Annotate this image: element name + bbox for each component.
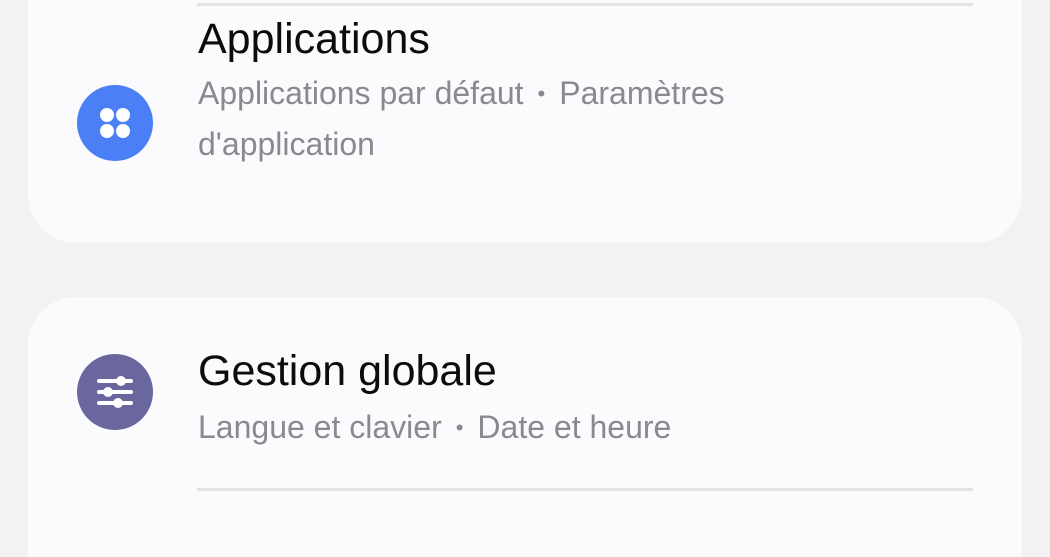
subtitle-part: Date et heure — [477, 409, 672, 445]
settings-item-title: Gestion globale — [198, 347, 497, 395]
subtitle-separator: • — [537, 81, 546, 106]
settings-card-general-management: Gestion globale Langue et clavier • Date e… — [28, 297, 1022, 557]
divider — [197, 488, 973, 491]
sliders-icon — [77, 354, 153, 430]
apps-grid-icon — [77, 85, 153, 161]
settings-card-applications: Applications Applications par défaut • Par… — [28, 0, 1022, 243]
settings-item-title: Applications — [198, 15, 430, 63]
settings-item-general-management[interactable]: Gestion globale Langue et clavier • Date e… — [28, 297, 1022, 487]
settings-item-subtitle: Applications par défaut • Paramètres d'app… — [198, 68, 858, 169]
subtitle-part: Applications par défaut — [198, 75, 524, 111]
subtitle-part: Langue et clavier — [198, 409, 442, 445]
settings-item-applications[interactable]: Applications Applications par défaut • Par… — [28, 0, 1022, 243]
subtitle-separator: • — [455, 415, 464, 440]
settings-item-subtitle: Langue et clavier • Date et heure — [198, 402, 858, 453]
